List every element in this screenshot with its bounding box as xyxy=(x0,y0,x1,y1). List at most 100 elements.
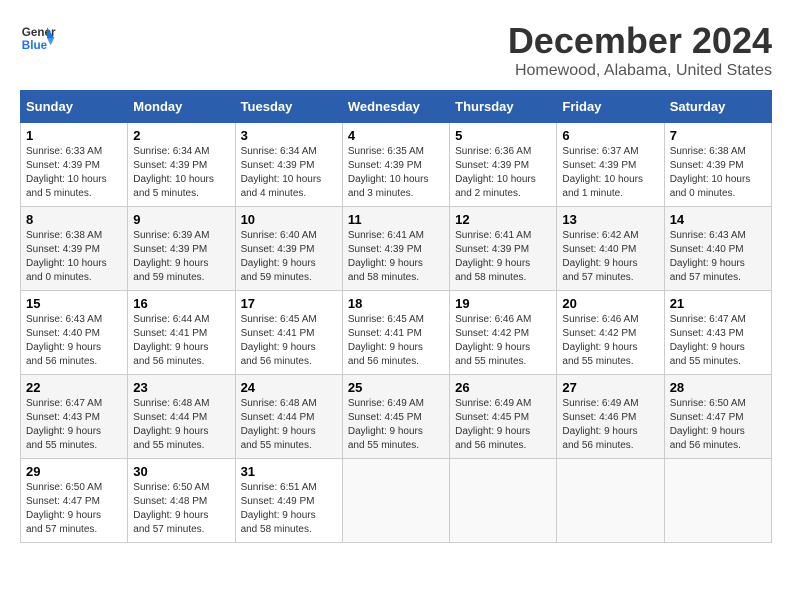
day-cell: 29Sunrise: 6:50 AM Sunset: 4:47 PM Dayli… xyxy=(21,459,128,543)
week-row-5: 29Sunrise: 6:50 AM Sunset: 4:47 PM Dayli… xyxy=(21,459,772,543)
week-row-4: 22 Sunrise: 6:47 AM Sunset: 4:43 PM Dayli… xyxy=(21,375,772,459)
header-cell-friday: Friday xyxy=(557,91,664,123)
day-cell: 28 Sunrise: 6:50 AM Sunset: 4:47 PM Dayli… xyxy=(664,375,771,459)
day-number: 6 xyxy=(562,128,658,143)
calendar: SundayMondayTuesdayWednesdayThursdayFrid… xyxy=(20,90,772,543)
day-cell: 19 Sunrise: 6:46 AM Sunset: 4:42 PM Dayli… xyxy=(450,291,557,375)
day-info: Sunrise: 6:36 AM Sunset: 4:39 PM Dayligh… xyxy=(455,145,551,201)
day-number: 17 xyxy=(241,296,337,311)
day-cell: 21 Sunrise: 6:47 AM Sunset: 4:43 PM Dayli… xyxy=(664,291,771,375)
day-info: Sunrise: 6:38 AM Sunset: 4:39 PM Dayligh… xyxy=(670,145,766,201)
day-info: Sunrise: 6:34 AM Sunset: 4:39 PM Dayligh… xyxy=(133,145,229,201)
svg-text:Blue: Blue xyxy=(22,39,48,52)
day-info: Sunrise: 6:43 AM Sunset: 4:40 PM Dayligh… xyxy=(26,313,122,369)
day-number: 28 xyxy=(670,380,766,395)
day-info: Sunrise: 6:42 AM Sunset: 4:40 PM Dayligh… xyxy=(562,229,658,285)
day-number: 4 xyxy=(348,128,444,143)
day-cell: 7 Sunrise: 6:38 AM Sunset: 4:39 PM Daylig… xyxy=(664,123,771,207)
day-info: Sunrise: 6:49 AM Sunset: 4:46 PM Dayligh… xyxy=(562,397,658,453)
day-info: Sunrise: 6:50 AM Sunset: 4:48 PM Dayligh… xyxy=(133,481,229,537)
header-cell-tuesday: Tuesday xyxy=(235,91,342,123)
day-cell: 13 Sunrise: 6:42 AM Sunset: 4:40 PM Dayli… xyxy=(557,207,664,291)
day-cell: 17 Sunrise: 6:45 AM Sunset: 4:41 PM Dayli… xyxy=(235,291,342,375)
day-cell: 1 Sunrise: 6:33 AM Sunset: 4:39 PM Daylig… xyxy=(21,123,128,207)
day-cell: 5 Sunrise: 6:36 AM Sunset: 4:39 PM Daylig… xyxy=(450,123,557,207)
day-cell: 8Sunrise: 6:38 AM Sunset: 4:39 PM Daylig… xyxy=(21,207,128,291)
day-info: Sunrise: 6:35 AM Sunset: 4:39 PM Dayligh… xyxy=(348,145,444,201)
week-row-1: 1 Sunrise: 6:33 AM Sunset: 4:39 PM Daylig… xyxy=(21,123,772,207)
day-info: Sunrise: 6:41 AM Sunset: 4:39 PM Dayligh… xyxy=(455,229,551,285)
day-cell xyxy=(557,459,664,543)
day-info: Sunrise: 6:47 AM Sunset: 4:43 PM Dayligh… xyxy=(670,313,766,369)
day-cell: 10Sunrise: 6:40 AM Sunset: 4:39 PM Dayli… xyxy=(235,207,342,291)
day-number: 7 xyxy=(670,128,766,143)
day-number: 12 xyxy=(455,212,551,227)
day-cell: 26Sunrise: 6:49 AM Sunset: 4:45 PM Dayli… xyxy=(450,375,557,459)
day-info: Sunrise: 6:49 AM Sunset: 4:45 PM Dayligh… xyxy=(348,397,444,453)
day-cell: 30 Sunrise: 6:50 AM Sunset: 4:48 PM Dayli… xyxy=(128,459,235,543)
day-cell: 24 Sunrise: 6:48 AM Sunset: 4:44 PM Dayli… xyxy=(235,375,342,459)
day-cell: 14 Sunrise: 6:43 AM Sunset: 4:40 PM Dayli… xyxy=(664,207,771,291)
day-cell: 15Sunrise: 6:43 AM Sunset: 4:40 PM Dayli… xyxy=(21,291,128,375)
week-row-3: 15Sunrise: 6:43 AM Sunset: 4:40 PM Dayli… xyxy=(21,291,772,375)
header-cell-wednesday: Wednesday xyxy=(342,91,449,123)
day-number: 22 xyxy=(26,380,122,395)
day-info: Sunrise: 6:50 AM Sunset: 4:47 PM Dayligh… xyxy=(670,397,766,453)
day-number: 8 xyxy=(26,212,122,227)
day-number: 24 xyxy=(241,380,337,395)
day-number: 23 xyxy=(133,380,229,395)
day-number: 1 xyxy=(26,128,122,143)
day-cell: 18 Sunrise: 6:45 AM Sunset: 4:41 PM Dayli… xyxy=(342,291,449,375)
logo-icon: General Blue xyxy=(20,20,56,56)
day-info: Sunrise: 6:40 AM Sunset: 4:39 PM Dayligh… xyxy=(241,229,337,285)
day-info: Sunrise: 6:34 AM Sunset: 4:39 PM Dayligh… xyxy=(241,145,337,201)
day-cell: 20 Sunrise: 6:46 AM Sunset: 4:42 PM Dayli… xyxy=(557,291,664,375)
day-info: Sunrise: 6:33 AM Sunset: 4:39 PM Dayligh… xyxy=(26,145,122,201)
week-row-2: 8Sunrise: 6:38 AM Sunset: 4:39 PM Daylig… xyxy=(21,207,772,291)
day-number: 20 xyxy=(562,296,658,311)
day-info: Sunrise: 6:46 AM Sunset: 4:42 PM Dayligh… xyxy=(455,313,551,369)
day-info: Sunrise: 6:44 AM Sunset: 4:41 PM Dayligh… xyxy=(133,313,229,369)
day-info: Sunrise: 6:39 AM Sunset: 4:39 PM Dayligh… xyxy=(133,229,229,285)
day-number: 31 xyxy=(241,464,337,479)
header-row: SundayMondayTuesdayWednesdayThursdayFrid… xyxy=(21,91,772,123)
day-info: Sunrise: 6:45 AM Sunset: 4:41 PM Dayligh… xyxy=(241,313,337,369)
day-cell: 12 Sunrise: 6:41 AM Sunset: 4:39 PM Dayli… xyxy=(450,207,557,291)
day-cell: 4 Sunrise: 6:35 AM Sunset: 4:39 PM Daylig… xyxy=(342,123,449,207)
day-number: 18 xyxy=(348,296,444,311)
day-number: 16 xyxy=(133,296,229,311)
day-info: Sunrise: 6:45 AM Sunset: 4:41 PM Dayligh… xyxy=(348,313,444,369)
day-cell: 11Sunrise: 6:41 AM Sunset: 4:39 PM Dayli… xyxy=(342,207,449,291)
header-cell-monday: Monday xyxy=(128,91,235,123)
day-number: 27 xyxy=(562,380,658,395)
title-area: December 2024 Homewood, Alabama, United … xyxy=(508,20,772,80)
day-cell: 31 Sunrise: 6:51 AM Sunset: 4:49 PM Dayli… xyxy=(235,459,342,543)
day-cell: 22 Sunrise: 6:47 AM Sunset: 4:43 PM Dayli… xyxy=(21,375,128,459)
day-cell: 23Sunrise: 6:48 AM Sunset: 4:44 PM Dayli… xyxy=(128,375,235,459)
day-info: Sunrise: 6:37 AM Sunset: 4:39 PM Dayligh… xyxy=(562,145,658,201)
day-number: 21 xyxy=(670,296,766,311)
day-cell xyxy=(342,459,449,543)
day-number: 29 xyxy=(26,464,122,479)
day-cell: 9Sunrise: 6:39 AM Sunset: 4:39 PM Daylig… xyxy=(128,207,235,291)
day-number: 14 xyxy=(670,212,766,227)
day-info: Sunrise: 6:49 AM Sunset: 4:45 PM Dayligh… xyxy=(455,397,551,453)
day-cell: 25Sunrise: 6:49 AM Sunset: 4:45 PM Dayli… xyxy=(342,375,449,459)
main-title: December 2024 xyxy=(508,20,772,62)
day-cell: 27 Sunrise: 6:49 AM Sunset: 4:46 PM Dayli… xyxy=(557,375,664,459)
day-cell: 6 Sunrise: 6:37 AM Sunset: 4:39 PM Daylig… xyxy=(557,123,664,207)
header-cell-saturday: Saturday xyxy=(664,91,771,123)
day-info: Sunrise: 6:43 AM Sunset: 4:40 PM Dayligh… xyxy=(670,229,766,285)
day-info: Sunrise: 6:47 AM Sunset: 4:43 PM Dayligh… xyxy=(26,397,122,453)
header-cell-thursday: Thursday xyxy=(450,91,557,123)
day-number: 30 xyxy=(133,464,229,479)
day-number: 5 xyxy=(455,128,551,143)
subtitle: Homewood, Alabama, United States xyxy=(508,62,772,80)
day-number: 19 xyxy=(455,296,551,311)
day-number: 3 xyxy=(241,128,337,143)
day-info: Sunrise: 6:51 AM Sunset: 4:49 PM Dayligh… xyxy=(241,481,337,537)
day-number: 11 xyxy=(348,212,444,227)
day-info: Sunrise: 6:48 AM Sunset: 4:44 PM Dayligh… xyxy=(241,397,337,453)
day-info: Sunrise: 6:46 AM Sunset: 4:42 PM Dayligh… xyxy=(562,313,658,369)
day-number: 13 xyxy=(562,212,658,227)
